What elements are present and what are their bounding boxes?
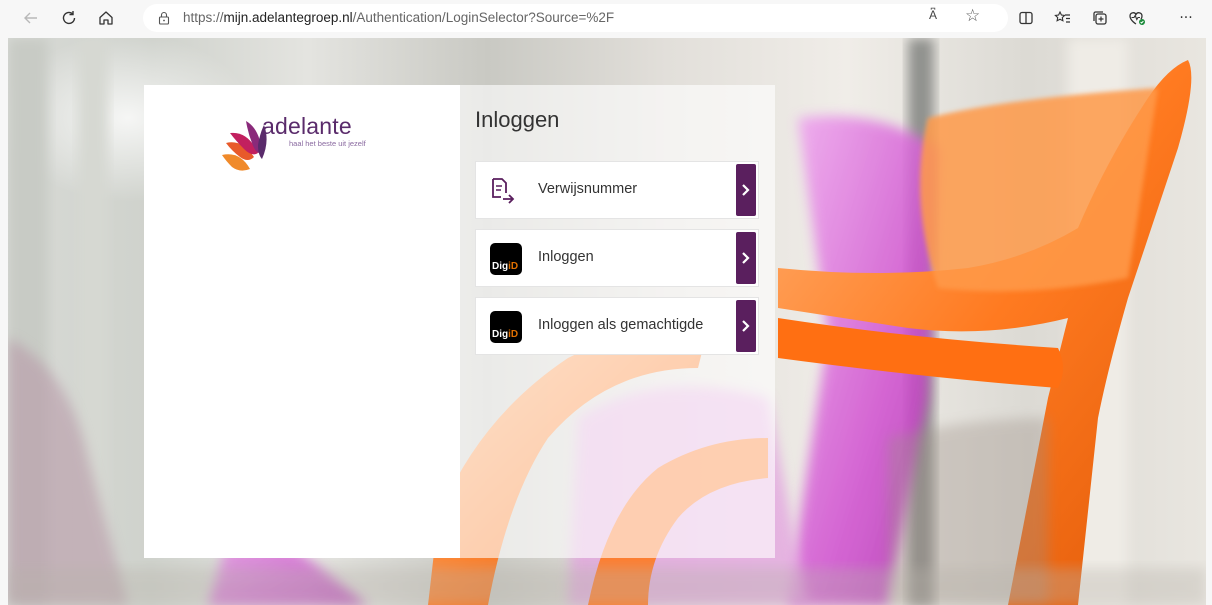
logo-wordmark: adelante [262,113,352,139]
url-text[interactable]: https://mijn.adelantegroep.nl/Authentica… [183,10,614,25]
digid-logo-text-b: iD [508,329,519,340]
chevron-right-icon[interactable] [736,300,756,352]
more-options-icon[interactable]: ··· [1176,8,1196,28]
collections-icon[interactable] [1090,8,1110,28]
login-card: adelante haal het beste uit jezelf Inlog… [144,85,775,558]
address-bar[interactable]: https://mijn.adelantegroep.nl/Authentica… [143,4,1008,32]
read-aloud-icon[interactable]: A͆ [929,8,937,22]
favorites-icon[interactable] [1053,8,1073,28]
favorite-star-icon[interactable]: ☆ [965,6,980,26]
document-arrow-icon [492,178,515,204]
browser-essentials-icon[interactable] [1127,8,1147,28]
back-icon[interactable] [21,8,41,28]
page-viewport: adelante haal het beste uit jezelf Inlog… [8,38,1206,605]
verwijsnummer-option[interactable]: Verwijsnummer [475,161,759,219]
url-prefix: https:// [183,10,224,25]
browser-toolbar: https://mijn.adelantegroep.nl/Authentica… [0,0,1212,36]
digid-logo-text: DigiD [492,261,518,272]
digid-login-label: Inloggen [538,249,594,265]
logo-panel: adelante haal het beste uit jezelf [144,85,460,558]
digid-logo-icon: DigiD [490,243,522,275]
digid-logo-icon: DigiD [490,311,522,343]
url-host: mijn.adelantegroep.nl [223,10,353,25]
chevron-right-icon[interactable] [736,232,756,284]
digid-logo-text-a: Dig [492,261,509,272]
digid-logo-text-a: Dig [492,329,509,340]
digid-authorized-login-label: Inloggen als gemachtigde [538,317,704,333]
login-title: Inloggen [475,107,560,132]
digid-logo-text-b: iD [508,261,519,272]
digid-login-option[interactable]: DigiD Inloggen [475,229,759,287]
url-path: /Authentication/LoginSelector?Source=%2F [352,10,615,25]
home-icon[interactable] [96,8,116,28]
verwijsnummer-label: Verwijsnummer [538,181,638,197]
split-screen-icon[interactable] [1016,8,1036,28]
digid-authorized-login-option[interactable]: DigiD Inloggen als gemachtigde [475,297,759,355]
lock-icon[interactable] [157,11,171,25]
digid-logo-text: DigiD [492,329,518,340]
reload-icon[interactable] [59,8,79,28]
login-panel: Inloggen Verwijsnummer DigiD Inloggen Di… [460,85,775,558]
logo-tagline: haal het beste uit jezelf [289,139,366,148]
chevron-right-icon[interactable] [736,164,756,216]
